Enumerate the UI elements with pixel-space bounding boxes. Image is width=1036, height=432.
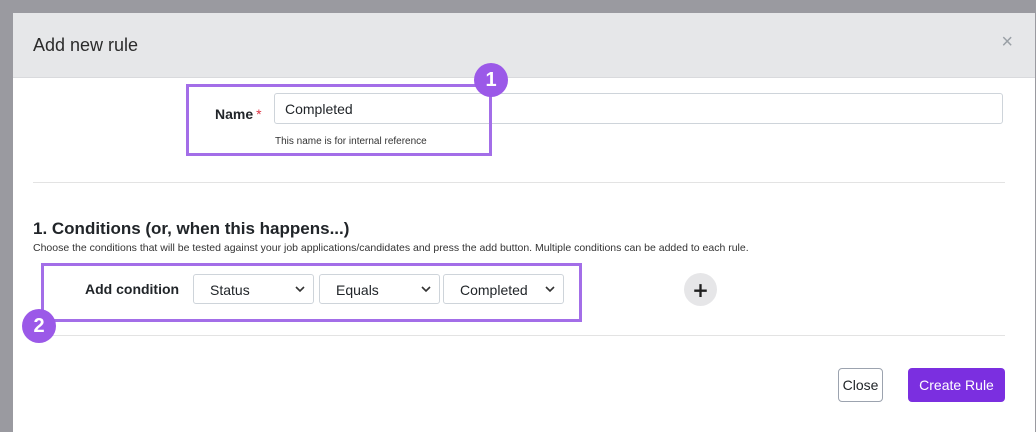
conditions-heading: 1. Conditions (or, when this happens...) [33, 219, 350, 238]
footer-divider [33, 335, 1005, 336]
conditions-description: Choose the conditions that will be teste… [33, 242, 749, 254]
add-condition-button[interactable]: + [684, 273, 717, 306]
modal-header: Add new rule × [13, 13, 1035, 78]
section-divider [33, 182, 1005, 183]
add-rule-modal: Add new rule × Name* This name is for in… [13, 13, 1035, 432]
modal-title: Add new rule [33, 35, 139, 55]
plus-icon: + [692, 277, 709, 302]
highlight-box-2 [41, 263, 582, 322]
create-rule-button[interactable]: Create Rule [908, 368, 1005, 402]
callout-badge-1: 1 [474, 63, 508, 97]
highlight-box-1 [186, 84, 492, 156]
close-icon[interactable]: × [1001, 31, 1013, 54]
close-button[interactable]: Close [838, 368, 883, 402]
callout-badge-2: 2 [22, 309, 56, 343]
